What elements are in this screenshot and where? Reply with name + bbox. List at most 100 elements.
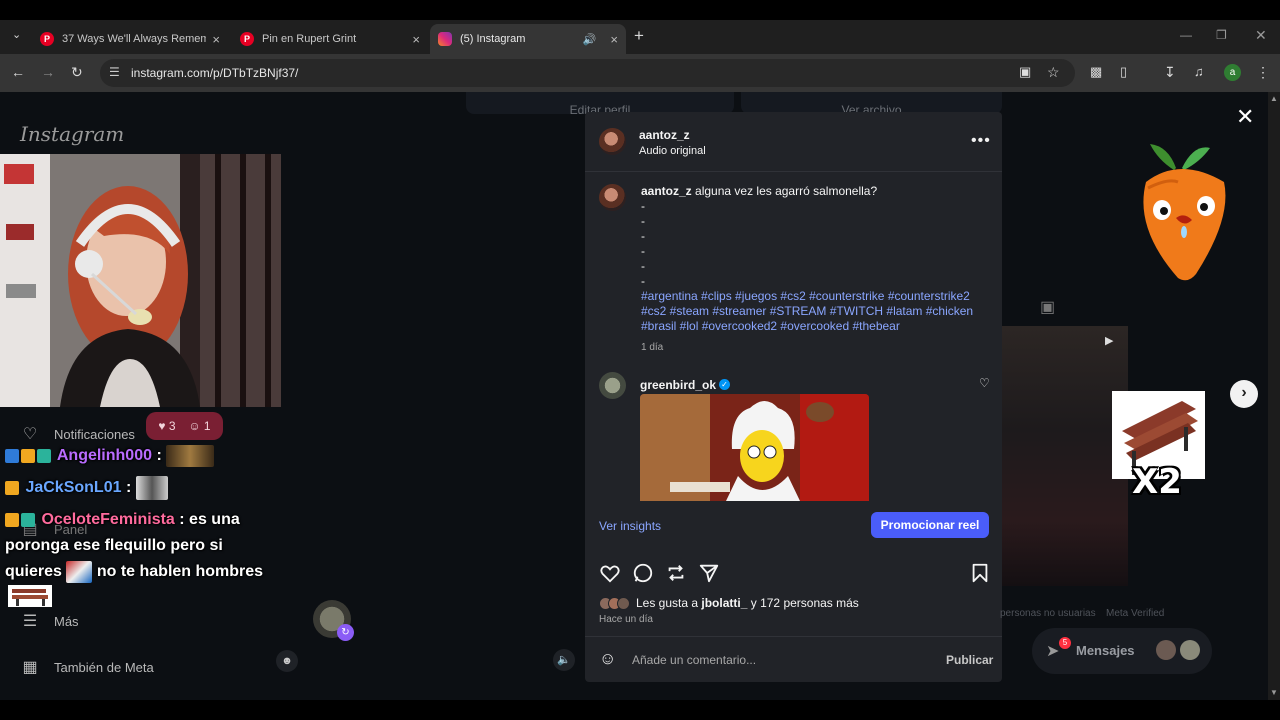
reel-thumbnail[interactable]: ▶: [1002, 326, 1128, 586]
emote-image: [66, 560, 93, 583]
chat-username-2: JaCkSonL01: [25, 479, 122, 496]
scroll-up-icon[interactable]: ▲: [1270, 94, 1278, 103]
commenter-username[interactable]: greenbird_ok: [640, 378, 716, 392]
repost-icon[interactable]: [665, 562, 687, 584]
messages-label: Mensajes: [1076, 643, 1135, 658]
likes-summary[interactable]: Les gusta a jbolatti_ y 172 personas más: [599, 596, 859, 610]
sync-icon: ↻: [337, 624, 354, 641]
more-options-icon[interactable]: •••: [971, 132, 991, 150]
bits-icon: [5, 512, 19, 527]
new-tab-icon[interactable]: +: [634, 26, 644, 46]
webcam-image: [0, 154, 281, 407]
carrot-mascot-image: [1143, 144, 1226, 281]
emote-image: [166, 444, 215, 467]
url-text: instagram.com/p/DTbTzBNjf37/: [131, 66, 299, 80]
tab-strip: ⌄ P 37 Ways We'll Always Remember × P Pi…: [0, 20, 1280, 54]
user-icon[interactable]: ☻: [276, 650, 298, 672]
save-bookmark-icon[interactable]: [969, 562, 991, 584]
chat-username-1: Angelinh000: [56, 447, 152, 464]
extensions-icon[interactable]: ▯: [1120, 64, 1127, 80]
hashtags[interactable]: #argentina #clips #juegos #cs2 #counters…: [641, 289, 981, 334]
emoji-icon[interactable]: ☺: [599, 649, 616, 669]
tab-2[interactable]: P Pin en Rupert Grint ×: [232, 24, 428, 54]
comment-gif: [640, 394, 869, 501]
footer-non-users[interactable]: personas no usuarias: [1000, 608, 1096, 619]
nav-also-meta[interactable]: ▦ También de Meta: [20, 657, 153, 677]
instagram-logo[interactable]: Instagram: [20, 122, 124, 146]
bookmark-star-icon[interactable]: ☆: [1047, 64, 1060, 81]
restore-icon[interactable]: ❐: [1216, 28, 1227, 42]
tab-3-active[interactable]: (5) Instagram 🔊 ×: [430, 24, 626, 54]
profile-avatar[interactable]: a: [1224, 64, 1241, 81]
author-avatar[interactable]: [599, 128, 626, 155]
forward-icon[interactable]: →: [41, 64, 55, 80]
next-post-chevron-icon[interactable]: ›: [1230, 380, 1258, 408]
grid-icon: ▦: [22, 659, 38, 676]
publish-button[interactable]: Publicar: [946, 653, 993, 667]
close-tab-1-icon[interactable]: ×: [212, 32, 220, 47]
post-timestamp: Hace un día: [599, 614, 653, 625]
browser-toolbar: ← → ↻ ☰ instagram.com/p/DTbTzBNjf37/ ▣ ☆…: [0, 54, 1280, 92]
speaker-icon[interactable]: 🔊: [583, 33, 597, 46]
commenter-avatar[interactable]: [599, 372, 626, 399]
nav-notifications[interactable]: ♡ Notificaciones: [20, 424, 135, 444]
caption-username[interactable]: aantoz_z: [641, 184, 692, 198]
translate-icon[interactable]: ▩: [1090, 64, 1102, 80]
caption-text: alguna vez les agarró salmonella?: [695, 184, 878, 198]
back-icon[interactable]: ←: [11, 64, 25, 80]
messages-button[interactable]: ➤ 5 Mensajes: [1032, 628, 1212, 674]
comment-bubble-icon[interactable]: [632, 562, 654, 584]
menu-icon: ☰: [22, 613, 38, 630]
tab-1-title: 37 Ways We'll Always Remember: [62, 33, 207, 45]
close-tab-3-icon[interactable]: ×: [610, 32, 618, 47]
menu-kebab-icon[interactable]: ⋮: [1256, 64, 1270, 81]
bits-icon: [21, 448, 35, 463]
nav-more[interactable]: ☰ Más: [20, 611, 79, 631]
screen: ⌄ P 37 Ways We'll Always Remember × P Pi…: [0, 0, 1280, 720]
post-modal: aantoz_z Audio original ••• aantoz_z alg…: [585, 112, 1002, 682]
share-send-icon[interactable]: [698, 562, 720, 584]
post-caption: aantoz_z alguna vez les agarró salmonell…: [641, 184, 981, 355]
like-heart-icon[interactable]: [599, 562, 621, 584]
comment-input[interactable]: Añade un comentario...: [632, 653, 756, 667]
footer-meta-verified[interactable]: Meta Verified: [1106, 608, 1164, 619]
tab-search-chevron-icon[interactable]: ⌄: [12, 28, 21, 41]
multiplier-label: X2: [1132, 462, 1182, 502]
gift-icon: [21, 512, 35, 527]
comment-like-heart-icon[interactable]: ♡: [979, 376, 990, 390]
heart-icon: ♡: [22, 426, 38, 443]
site-info-icon[interactable]: ☰: [109, 65, 120, 79]
caption-avatar[interactable]: [599, 184, 626, 211]
close-window-icon[interactable]: ✕: [1255, 27, 1267, 44]
top-black-bar: [0, 0, 1280, 20]
reload-icon[interactable]: ↻: [71, 64, 83, 81]
download-icon[interactable]: ↧: [1164, 64, 1176, 81]
streamer-webcam: [0, 154, 281, 407]
verified-badge-icon: ✓: [719, 379, 731, 391]
page-scrollbar[interactable]: ▲ ▼: [1268, 92, 1280, 700]
message-avatar: [1156, 640, 1176, 660]
audio-link[interactable]: Audio original: [639, 145, 706, 157]
chat-message-1: Angelinh000 :: [5, 443, 215, 469]
mute-icon[interactable]: 🔈: [553, 649, 575, 671]
author-username[interactable]: aantoz_z: [639, 128, 706, 142]
install-app-icon[interactable]: ▣: [1019, 64, 1031, 80]
minimize-icon[interactable]: —: [1180, 28, 1192, 42]
chat-message-3: OceloteFeminista : es una poronga ese fl…: [5, 507, 263, 585]
bottom-black-bar: [0, 700, 1280, 720]
view-insights-link[interactable]: Ver insights: [599, 519, 661, 533]
instagram-icon: [438, 32, 452, 46]
scroll-down-icon[interactable]: ▼: [1270, 688, 1278, 697]
caption-age: 1 día: [641, 342, 664, 353]
address-bar[interactable]: ☰ instagram.com/p/DTbTzBNjf37/ ▣ ☆: [100, 59, 1075, 87]
badge-icon: [5, 448, 19, 463]
media-control-icon[interactable]: ♫: [1194, 64, 1204, 79]
tab-1[interactable]: P 37 Ways We'll Always Remember ×: [32, 24, 228, 54]
bench-emote: [8, 585, 52, 607]
close-modal-icon[interactable]: ✕: [1236, 104, 1254, 130]
tagged-icon: ▣: [1040, 299, 1056, 316]
edit-profile-button: Editar perfil: [466, 92, 734, 114]
close-tab-2-icon[interactable]: ×: [412, 32, 420, 47]
instagram-page: Editar perfil Ver archivo Instagram ♡ No…: [0, 92, 1268, 700]
promote-reel-button[interactable]: Promocionar reel: [871, 512, 989, 538]
